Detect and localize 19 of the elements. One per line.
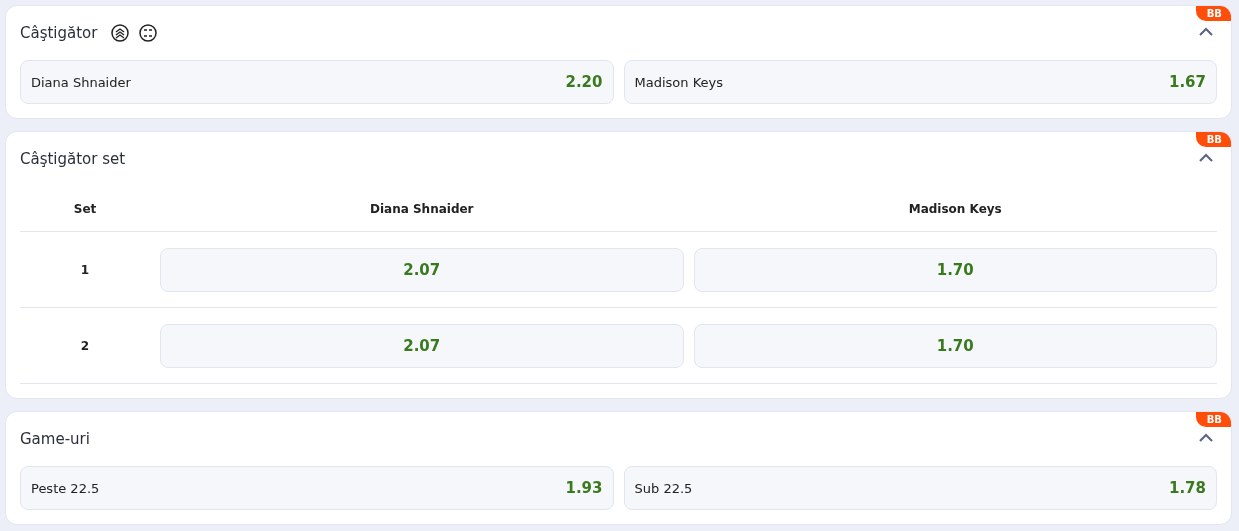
odds-button[interactable]: Sub 22.5 1.78: [623, 466, 1217, 510]
column-header: Madison Keys: [907, 201, 1003, 216]
bet-builder-badge: BB: [1195, 6, 1231, 21]
bet-builder-badge: BB: [1195, 132, 1231, 147]
odds-button[interactable]: Peste 22.5 1.93: [20, 466, 614, 510]
odds-button[interactable]: Diana Shnaider 2.20: [20, 60, 614, 104]
odds-button[interactable]: 2.07: [160, 323, 684, 368]
set-number: 2: [79, 338, 91, 353]
market-title: Câştigător: [20, 24, 98, 42]
column-header: Diana Shnaider: [368, 201, 475, 216]
set-number: 1: [79, 262, 91, 277]
market-title: Game-uri: [20, 430, 90, 448]
odds-button[interactable]: 1.70: [693, 247, 1217, 292]
market-title: Câştigător set: [20, 150, 126, 168]
odds-button[interactable]: 1.70: [693, 323, 1217, 368]
odds-button[interactable]: 2.07: [160, 247, 684, 292]
bet-builder-badge: BB: [1195, 412, 1231, 427]
odds-button[interactable]: Madison Keys 1.67: [623, 60, 1217, 104]
column-header: Set: [72, 201, 98, 216]
